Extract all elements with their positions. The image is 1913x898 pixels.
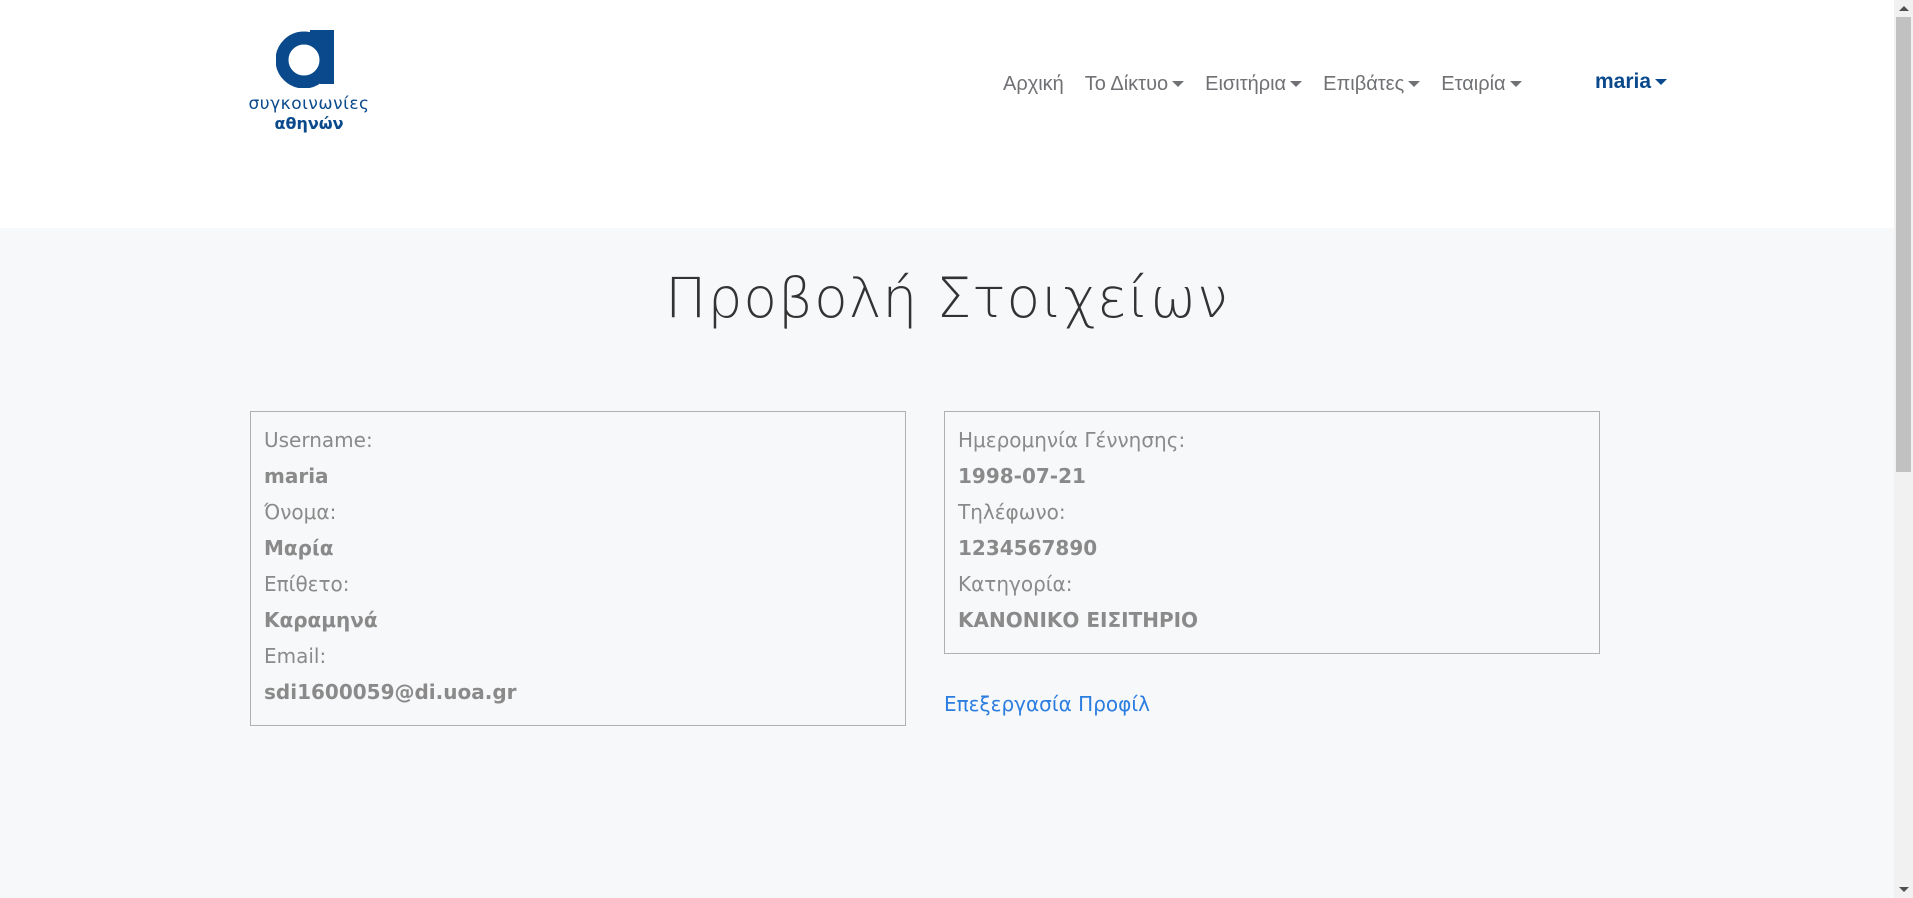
user-menu-dropdown[interactable]: maria	[1595, 70, 1668, 94]
site-header: συγκοινωνίες αθηνών Αρχική Το Δίκτυο Εισ…	[0, 0, 1894, 228]
email-value: sdi1600059@di.uoa.gr	[264, 680, 517, 704]
logo-mark-icon	[276, 30, 334, 88]
edit-profile-link[interactable]: Επεξεργασία Προφίλ	[944, 692, 1150, 716]
profile-card-right: Ημερομηνία Γέννησης: 1998-07-21 Τηλέφωνο…	[944, 411, 1600, 654]
page-scrollbar[interactable]	[1894, 0, 1913, 898]
nav-home-label: Αρχική	[1003, 72, 1064, 95]
nav-home[interactable]: Αρχική	[1003, 73, 1064, 96]
first-name-value: Μαρία	[264, 536, 334, 560]
main-nav: Αρχική Το Δίκτυο Εισιτήρια Επιβάτες Εται…	[1003, 70, 1543, 98]
caret-down-icon	[1172, 81, 1185, 87]
scrollbar-thumb[interactable]	[1896, 17, 1911, 472]
site-logo[interactable]: συγκοινωνίες αθηνών	[248, 30, 370, 134]
last-name-label: Επίθετο:	[264, 572, 350, 596]
nav-network-dropdown[interactable]: Το Δίκτυο	[1084, 72, 1185, 96]
nav-tickets-dropdown[interactable]: Εισιτήρια	[1205, 72, 1303, 96]
logo-text-line1: συγκοινωνίες	[248, 94, 370, 114]
nav-company-dropdown[interactable]: Εταιρία	[1441, 72, 1522, 96]
caret-down-icon	[1509, 81, 1522, 87]
caret-down-icon	[1408, 81, 1421, 87]
caret-down-icon	[1290, 81, 1303, 87]
birth-date-label: Ημερομηνία Γέννησης:	[958, 428, 1186, 452]
logo-text-line2: αθηνών	[274, 114, 344, 133]
profile-card-left: Username: maria Όνομα: Μαρία Επίθετο: Κα…	[250, 411, 906, 726]
last-name-value: Καραμηνά	[264, 608, 378, 632]
page-title: Προβολή Στοιχείων	[665, 266, 1229, 330]
nav-tickets-label: Εισιτήρια	[1205, 72, 1287, 95]
phone-label: Τηλέφωνο:	[958, 500, 1066, 524]
nav-network-label: Το Δίκτυο	[1084, 72, 1169, 95]
first-name-label: Όνομα:	[264, 500, 337, 524]
username-value: maria	[264, 464, 329, 488]
category-value: ΚΑΝΟΝΙΚΟ ΕΙΣΙΤΗΡΙΟ	[958, 608, 1199, 632]
category-label: Κατηγορία:	[958, 572, 1073, 596]
nav-passengers-label: Επιβάτες	[1323, 72, 1405, 95]
nav-passengers-dropdown[interactable]: Επιβάτες	[1323, 72, 1421, 96]
phone-value: 1234567890	[958, 536, 1098, 560]
nav-company-label: Εταιρία	[1441, 72, 1506, 95]
birth-date-value: 1998-07-21	[958, 464, 1086, 488]
scroll-down-arrow-icon[interactable]	[1894, 881, 1913, 898]
user-name: maria	[1595, 70, 1652, 93]
caret-down-icon	[1655, 79, 1668, 85]
email-label: Email:	[264, 644, 327, 668]
username-label: Username:	[264, 428, 373, 452]
scroll-up-arrow-icon[interactable]	[1894, 0, 1913, 17]
